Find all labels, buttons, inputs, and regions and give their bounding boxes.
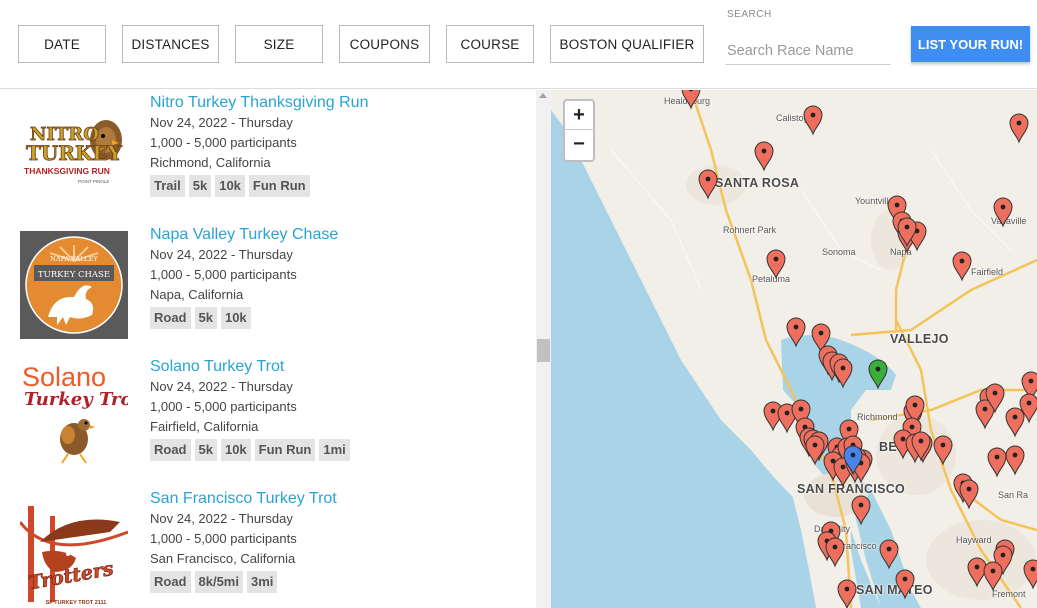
- race-pin-icon[interactable]: [786, 317, 806, 348]
- logo-text: THANKSGIVING RUN: [24, 166, 110, 176]
- race-pin-icon[interactable]: [1023, 559, 1037, 590]
- race-pin-icon[interactable]: [983, 561, 1003, 592]
- race-pin-icon[interactable]: [825, 537, 845, 568]
- race-title-link[interactable]: Napa Valley Turkey Chase: [150, 226, 338, 244]
- race-list: NITRO TURKEY THANKSGIVING RUN POINT PINO…: [0, 90, 536, 608]
- logo-text: Solano: [22, 362, 106, 392]
- race-pin-icon[interactable]: [803, 105, 823, 136]
- race-pin-icon[interactable]: [1009, 113, 1029, 144]
- course-filter-button[interactable]: COURSE: [446, 25, 534, 63]
- coupons-filter-button[interactable]: COUPONS: [339, 25, 430, 63]
- scrollbar-thumb[interactable]: [537, 339, 550, 362]
- race-date: Nov 24, 2022 - Thursday: [150, 511, 293, 526]
- scroll-up-arrow-icon[interactable]: [539, 93, 547, 98]
- date-filter-button[interactable]: DATE: [18, 25, 106, 63]
- tag-fun-run[interactable]: Fun Run: [248, 175, 310, 197]
- race-pin-icon[interactable]: [952, 251, 972, 282]
- race-pin-icon[interactable]: [895, 569, 915, 600]
- logo-text: TURKEY CHASE: [38, 270, 110, 280]
- race-size: 1,000 - 5,000 participants: [150, 531, 297, 546]
- race-title-link[interactable]: Solano Turkey Trot: [150, 358, 284, 376]
- tag-5k[interactable]: 5k: [194, 307, 217, 329]
- race-pin-icon[interactable]: [851, 495, 871, 526]
- race-pin-icon[interactable]: [837, 579, 857, 608]
- race-pin-icon[interactable]: [967, 557, 987, 588]
- race-location: Fairfield, California: [150, 419, 259, 434]
- logo-text: Turkey Trot: [24, 389, 128, 410]
- tag-road[interactable]: Road: [150, 307, 191, 329]
- zoom-control: + −: [563, 99, 595, 162]
- solano-logo: Solano Turkey Trot: [20, 359, 128, 467]
- search-input[interactable]: [725, 38, 891, 65]
- race-pin-icon[interactable]: [987, 447, 1007, 478]
- race-pin-icon[interactable]: [959, 479, 979, 510]
- race-pin-icon[interactable]: [766, 249, 786, 280]
- race-item[interactable]: NITRO TURKEY THANKSGIVING RUN POINT PINO…: [0, 90, 530, 222]
- race-pin-icon[interactable]: [833, 358, 853, 389]
- zoom-out-button[interactable]: −: [565, 130, 593, 159]
- race-date: Nov 24, 2022 - Thursday: [150, 247, 293, 262]
- tag-8k-5mi[interactable]: 8k/5mi: [194, 571, 243, 593]
- zoom-in-button[interactable]: +: [565, 101, 593, 130]
- race-pin-icon[interactable]: [754, 141, 774, 172]
- race-pin-icon[interactable]: [993, 197, 1013, 228]
- race-tags: Road 8k/5mi 3mi: [150, 571, 278, 593]
- race-pin-icon[interactable]: [933, 435, 953, 466]
- napa-valley-logo: NAPA VALLEY TURKEY CHASE: [20, 231, 128, 339]
- tag-5k[interactable]: 5k: [194, 439, 217, 461]
- race-size: 1,000 - 5,000 participants: [150, 135, 297, 150]
- race-map[interactable]: Healdsburg Calistoga SANTA ROSA Yountvil…: [551, 90, 1037, 608]
- list-your-run-button[interactable]: LIST YOUR RUN!: [911, 26, 1030, 62]
- tag-trail[interactable]: Trail: [150, 175, 185, 197]
- logo-text: SF TURKEY TROT 2111: [46, 600, 107, 606]
- race-pin-icon[interactable]: [805, 435, 825, 466]
- race-title-link[interactable]: San Francisco Turkey Trot: [150, 490, 337, 508]
- race-tags: Trail 5k 10k Fun Run: [150, 175, 310, 197]
- tag-10k[interactable]: 10k: [220, 439, 251, 461]
- race-item[interactable]: Solano Turkey Trot Solano Turkey Trot No…: [0, 354, 530, 486]
- selected-race-pin-icon[interactable]: [868, 359, 888, 390]
- race-pin-icon[interactable]: [879, 539, 899, 570]
- logo-text: POINT PINOLE: [78, 179, 109, 184]
- race-tags: Road 5k 10k: [150, 307, 251, 329]
- race-pin-icon[interactable]: [698, 169, 718, 200]
- sf-turkey-trot-logo: Trotters SF TURKEY TROT 2111: [20, 502, 128, 608]
- filter-bar: DATE DISTANCES SIZE COUPONS COURSE BOSTO…: [0, 0, 1037, 89]
- tag-10k[interactable]: 10k: [215, 175, 245, 197]
- race-pin-icon[interactable]: [1005, 445, 1025, 476]
- tag-road[interactable]: Road: [150, 439, 191, 461]
- boston-qualifier-filter-button[interactable]: BOSTON QUALIFIER: [550, 25, 704, 63]
- race-tags: Road 5k 10k Fun Run 1mi: [150, 439, 350, 461]
- distances-filter-button[interactable]: DISTANCES: [122, 25, 219, 63]
- search-label: SEARCH: [727, 9, 772, 20]
- logo-text: NAPA VALLEY: [50, 255, 98, 263]
- race-location: San Francisco, California: [150, 551, 296, 566]
- nitro-turkey-logo: NITRO TURKEY THANKSGIVING RUN POINT PINO…: [20, 98, 128, 206]
- tag-road[interactable]: Road: [150, 571, 191, 593]
- race-pin-icon[interactable]: [1005, 407, 1025, 438]
- race-location: Richmond, California: [150, 155, 271, 170]
- race-pin-icon[interactable]: [681, 90, 701, 110]
- tag-5k[interactable]: 5k: [188, 175, 212, 197]
- race-date: Nov 24, 2022 - Thursday: [150, 379, 293, 394]
- size-filter-button[interactable]: SIZE: [235, 25, 323, 63]
- tag-1mi[interactable]: 1mi: [319, 439, 350, 461]
- race-title-link[interactable]: Nitro Turkey Thanksgiving Run: [150, 94, 368, 112]
- race-item[interactable]: Trotters SF TURKEY TROT 2111 San Francis…: [0, 486, 530, 608]
- map-pins-layer: [681, 90, 1037, 608]
- race-size: 1,000 - 5,000 participants: [150, 399, 297, 414]
- tag-3mi[interactable]: 3mi: [246, 571, 278, 593]
- race-item[interactable]: NAPA VALLEY TURKEY CHASE Napa Valley Tur…: [0, 222, 530, 354]
- race-size: 1,000 - 5,000 participants: [150, 267, 297, 282]
- tag-fun-run[interactable]: Fun Run: [254, 439, 316, 461]
- race-date: Nov 24, 2022 - Thursday: [150, 115, 293, 130]
- logo-text: TURKEY: [26, 141, 123, 165]
- race-location: Napa, California: [150, 287, 244, 302]
- tag-10k[interactable]: 10k: [220, 307, 251, 329]
